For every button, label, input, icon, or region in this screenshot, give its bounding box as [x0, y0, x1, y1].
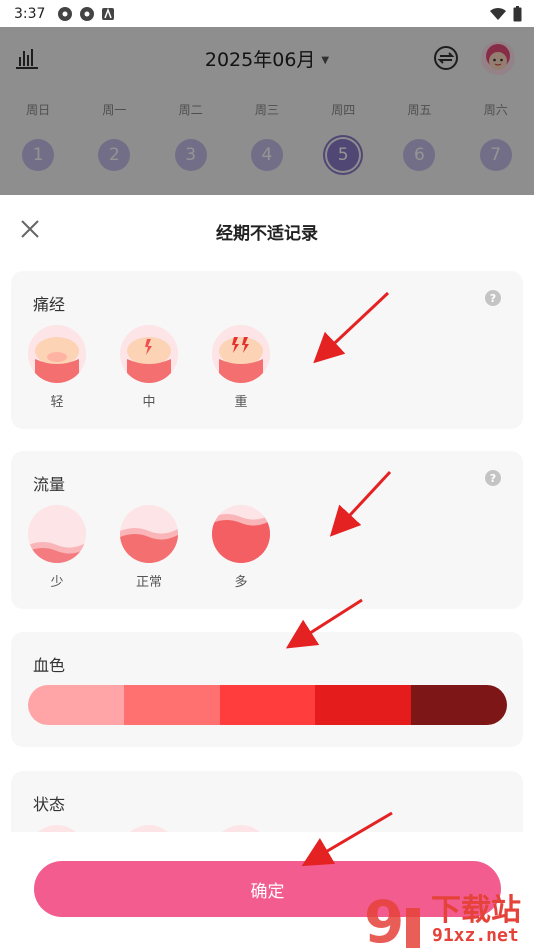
flow-title: 流量 [33, 475, 66, 494]
aperture-icon [58, 6, 73, 21]
status-time: 3:37 [14, 5, 46, 22]
pain-level-light[interactable]: 轻 [28, 325, 86, 410]
pain-heavy-label: 重 [234, 395, 248, 410]
blood-color-card: 血色 [11, 632, 523, 747]
status-notification-icons [57, 6, 115, 22]
help-icon[interactable]: ? [485, 290, 501, 306]
help-icon[interactable]: ? [485, 470, 501, 486]
state-options [28, 825, 270, 832]
pain-level-heavy[interactable]: 重 [212, 325, 270, 410]
flow-options: 少 正常 多 [28, 505, 270, 590]
sheet-title: 经期不适记录 [216, 224, 318, 244]
state-option-icon [212, 825, 270, 832]
dysmenorrhea-title: 痛经 [33, 295, 66, 314]
watermark-domain: 91xz.net [432, 925, 519, 946]
dysmenorrhea-options: 轻 中 重 [28, 325, 270, 410]
discomfort-sheet: 经期不适记录 痛经 ? 轻 中 重 流量 ? 少 正常 多 血色 状态 确定 [0, 195, 534, 950]
battery-icon [513, 5, 522, 21]
flow-heavy-label: 多 [234, 575, 248, 590]
wifi-icon [490, 7, 506, 20]
flow-level-heavy[interactable]: 多 [212, 505, 270, 590]
blood-color-swatch[interactable] [411, 685, 507, 725]
state-card: 状态 [11, 771, 523, 832]
state-option[interactable] [120, 825, 178, 832]
pain-medium-icon [120, 325, 178, 383]
pain-light-icon [28, 325, 86, 383]
app-a-icon [102, 7, 115, 20]
blood-color-title: 血色 [33, 656, 66, 675]
pain-level-medium[interactable]: 中 [120, 325, 178, 410]
blood-color-picker [28, 685, 507, 725]
svg-text:9: 9 [364, 890, 404, 950]
flow-heavy-icon [212, 505, 270, 563]
flow-level-light[interactable]: 少 [28, 505, 86, 590]
pain-medium-label: 中 [142, 395, 156, 410]
flow-normal-label: 正常 [135, 575, 162, 590]
aperture-icon [80, 6, 95, 21]
flow-card: 流量 ? 少 正常 多 [11, 451, 523, 609]
state-option[interactable] [212, 825, 270, 832]
modal-scrim[interactable] [0, 27, 534, 195]
blood-color-swatch[interactable] [28, 685, 124, 725]
dysmenorrhea-card: 痛经 ? 轻 中 重 [11, 271, 523, 429]
state-option[interactable] [28, 825, 86, 832]
state-option-icon [120, 825, 178, 832]
flow-light-label: 少 [50, 575, 64, 590]
blood-color-swatch[interactable] [219, 685, 316, 725]
pain-light-label: 轻 [50, 395, 64, 410]
status-bar: 3:37 [0, 0, 534, 27]
flow-level-normal[interactable]: 正常 [120, 505, 178, 590]
pain-heavy-icon [212, 325, 270, 383]
flow-light-icon [28, 505, 86, 563]
blood-color-swatch[interactable] [123, 685, 220, 725]
blood-color-swatch[interactable] [315, 685, 412, 725]
flow-normal-icon [120, 505, 178, 563]
watermark-brand: 下载站 [431, 893, 521, 928]
state-title: 状态 [33, 795, 66, 814]
state-option-icon [28, 825, 86, 832]
